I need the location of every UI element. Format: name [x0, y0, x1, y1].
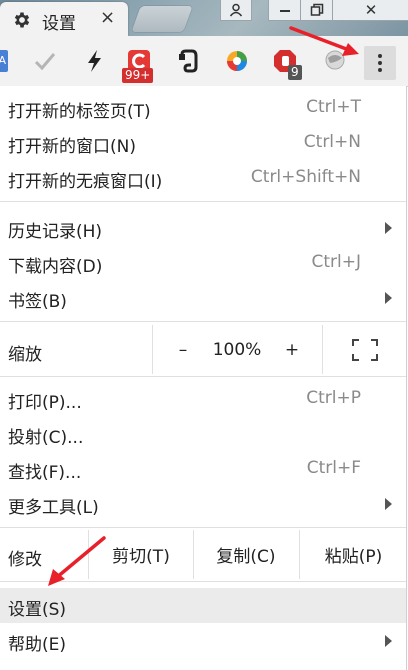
- menu-item-history[interactable]: 历史记录(H): [0, 210, 406, 245]
- menu-item-downloads[interactable]: 下载内容(D) Ctrl+J: [0, 245, 406, 280]
- colorful-extension-icon[interactable]: [224, 48, 250, 74]
- menu-item-label: 书签(B): [8, 292, 67, 312]
- menu-row-edit: 修改 剪切(T) 复制(C) 粘贴(P): [0, 530, 406, 579]
- notification-badge: 9: [288, 65, 302, 80]
- minimize-icon[interactable]: [268, 0, 302, 21]
- dot: [378, 61, 382, 65]
- menu-item-label: 打开新的窗口(N): [8, 137, 136, 157]
- menu-item-label: 打开新的标签页(T): [8, 102, 151, 122]
- notification-badge: 99+: [122, 68, 154, 83]
- menu-item-label: 下载内容(D): [8, 257, 103, 277]
- copy-button[interactable]: 复制(C): [193, 530, 298, 579]
- user-icon[interactable]: [220, 0, 252, 21]
- menu-item-label: 历史记录(H): [8, 222, 103, 242]
- menu-item-bookmarks[interactable]: 书签(B): [0, 280, 406, 315]
- menu-item-help[interactable]: 帮助(E): [0, 623, 406, 658]
- zoom-plus-label: +: [284, 339, 300, 360]
- title-bar: 设置 × ✕: [0, 0, 408, 36]
- window-close-icon[interactable]: ✕: [332, 0, 408, 21]
- menu-item-more-tools[interactable]: 更多工具(L): [0, 486, 406, 521]
- zoom-label: 缩放: [8, 345, 42, 365]
- menu-item-incognito[interactable]: 打开新的无痕窗口(I) Ctrl+Shift+N: [0, 160, 406, 195]
- evernote-extension-icon[interactable]: [176, 48, 202, 74]
- menu-separator: [0, 527, 406, 528]
- zoom-minus-label: –: [178, 339, 188, 360]
- browser-toolbar: A 99+ 9: [0, 36, 408, 87]
- copy-label: 复制(C): [216, 547, 276, 567]
- zoom-level: 100%: [212, 325, 262, 374]
- zoom-in-button[interactable]: +: [262, 325, 322, 374]
- tab-settings[interactable]: 设置 ×: [0, 2, 128, 36]
- submenu-arrow-icon: [385, 498, 392, 510]
- tab-close-icon[interactable]: ×: [100, 7, 115, 28]
- menu-item-settings[interactable]: 设置(S): [0, 588, 406, 623]
- menu-item-new-tab[interactable]: 打开新的标签页(T) Ctrl+T: [0, 90, 406, 125]
- menu-item-label: 投射(C)...: [8, 428, 84, 448]
- submenu-arrow-icon: [385, 292, 392, 304]
- menu-button[interactable]: [364, 46, 396, 80]
- dot: [378, 54, 382, 58]
- menu-item-shortcut: Ctrl+N: [303, 132, 361, 152]
- menu-item-label: 更多工具(L): [8, 498, 99, 518]
- menu-item-label: 设置(S): [8, 600, 67, 620]
- menu-separator: [0, 581, 406, 582]
- cut-label: 剪切(T): [112, 547, 170, 567]
- translate-extension-icon[interactable]: A: [0, 48, 8, 74]
- chrome-menu: 打开新的标签页(T) Ctrl+T 打开新的窗口(N) Ctrl+N 打开新的无…: [0, 86, 407, 670]
- new-tab-button[interactable]: [131, 6, 193, 32]
- adblock-extension-icon[interactable]: 9: [272, 48, 302, 80]
- checkmark-extension-icon[interactable]: [32, 48, 58, 74]
- gear-icon: [14, 12, 30, 28]
- menu-item-label: 打印(P)...: [8, 393, 82, 413]
- dot: [378, 68, 382, 72]
- menu-item-cast[interactable]: 投射(C)...: [0, 416, 406, 451]
- menu-item-shortcut: Ctrl+Shift+N: [250, 167, 361, 187]
- zoom-out-button[interactable]: –: [152, 325, 213, 374]
- lightning-extension-icon[interactable]: [82, 48, 108, 74]
- submenu-arrow-icon: [385, 635, 392, 647]
- menu-item-shortcut: Ctrl+P: [306, 388, 361, 408]
- globe-extension-icon[interactable]: [322, 48, 348, 74]
- menu-item-shortcut: Ctrl+F: [306, 458, 361, 478]
- menu-separator: [0, 321, 406, 322]
- menu-item-new-window[interactable]: 打开新的窗口(N) Ctrl+N: [0, 125, 406, 160]
- menu-item-shortcut: Ctrl+J: [311, 252, 361, 272]
- menu-item-print[interactable]: 打印(P)... Ctrl+P: [0, 381, 406, 416]
- restore-icon[interactable]: [300, 0, 334, 21]
- menu-item-label: 帮助(E): [8, 635, 67, 655]
- menu-item-label: 查找(F)...: [8, 463, 82, 483]
- red-c-extension-icon[interactable]: 99+: [122, 48, 154, 83]
- cut-button[interactable]: 剪切(T): [88, 530, 193, 579]
- fullscreen-icon: [352, 338, 378, 361]
- menu-row-zoom: 缩放 – 100% +: [0, 325, 406, 374]
- tab-title: 设置: [42, 14, 76, 34]
- menu-item-find[interactable]: 查找(F)... Ctrl+F: [0, 451, 406, 486]
- fullscreen-button[interactable]: [322, 325, 407, 374]
- menu-item-shortcut: Ctrl+T: [306, 97, 361, 117]
- paste-label: 粘贴(P): [324, 547, 383, 567]
- submenu-arrow-icon: [385, 222, 392, 234]
- edit-label: 修改: [8, 550, 42, 570]
- menu-separator: [0, 376, 406, 377]
- paste-button[interactable]: 粘贴(P): [299, 530, 407, 579]
- zoom-value: 100%: [212, 339, 262, 360]
- menu-item-label: 打开新的无痕窗口(I): [8, 172, 163, 192]
- menu-separator: [0, 201, 406, 202]
